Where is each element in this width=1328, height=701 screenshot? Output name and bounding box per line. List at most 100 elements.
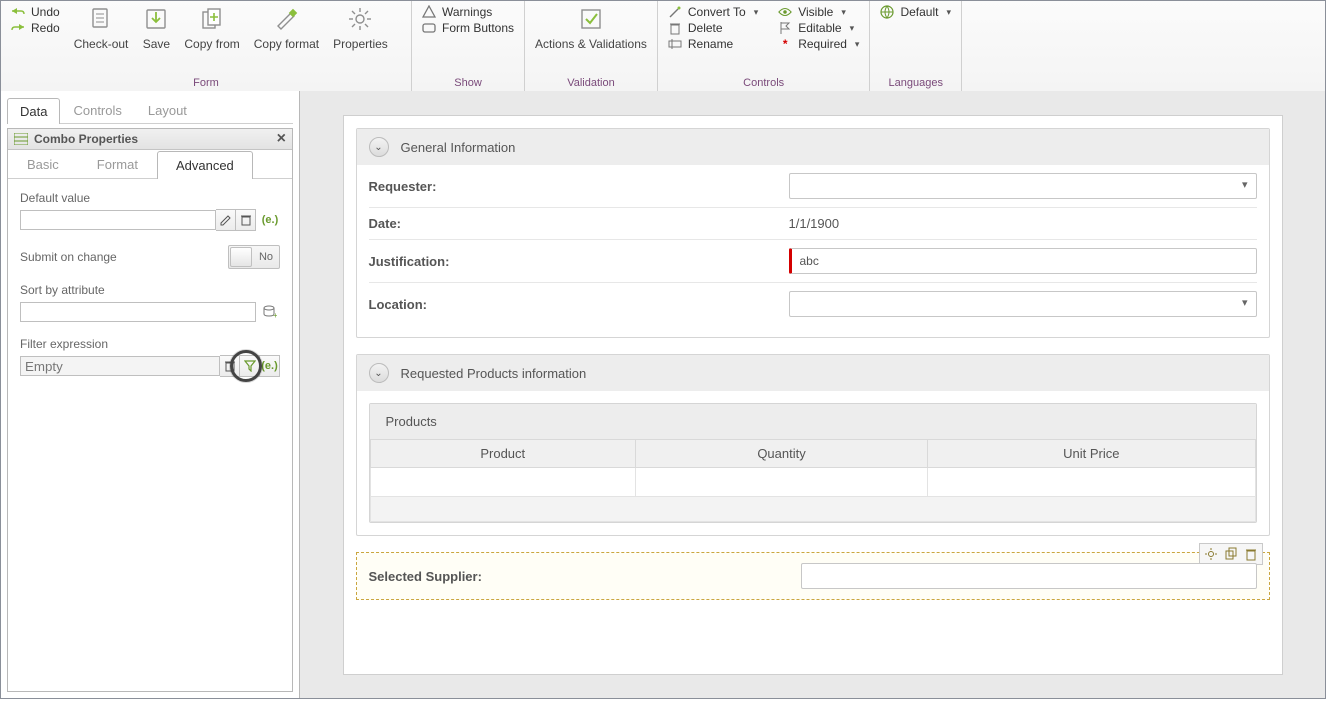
- ribbon-group-validation-title: Validation: [535, 75, 647, 89]
- globe-icon: [880, 5, 894, 19]
- redo-button[interactable]: Redo: [11, 21, 60, 35]
- submit-on-change-label: Submit on change: [20, 250, 117, 264]
- section-requested-products: ⌄ Requested Products information Product…: [356, 354, 1270, 536]
- col-product: Product: [370, 440, 636, 468]
- filter-expression-expression-button[interactable]: (e.): [260, 355, 280, 377]
- flag-icon: [778, 21, 792, 35]
- editable-button[interactable]: Editable▾: [778, 21, 859, 35]
- ribbon-group-languages: Default▾ Languages: [870, 1, 962, 91]
- form-buttons-icon: [422, 21, 436, 35]
- delete-button[interactable]: Delete: [668, 21, 758, 35]
- checkout-icon: [87, 5, 115, 33]
- ribbon-group-controls: Convert To▾ Delete Rename Visible▾: [658, 1, 871, 91]
- copy-format-label: Copy format: [254, 37, 319, 51]
- tab-controls[interactable]: Controls: [60, 97, 134, 123]
- ribbon-group-form: Undo Redo Check-out: [1, 1, 412, 91]
- pencil-icon: [220, 214, 232, 226]
- location-label: Location:: [369, 297, 789, 312]
- combo-properties-panel: Combo Properties × Basic Format Advanced…: [7, 128, 293, 692]
- section-title-products: Requested Products information: [401, 366, 587, 381]
- section-general-information: ⌄ General Information Requester: Date: 1…: [356, 128, 1270, 338]
- expression-icon: (e.): [262, 214, 279, 226]
- rename-button[interactable]: Rename: [668, 37, 758, 51]
- tab-data[interactable]: Data: [7, 98, 60, 124]
- actions-validations-label: Actions & Validations: [535, 37, 647, 51]
- convert-to-label: Convert To: [688, 5, 746, 19]
- panel-header: Combo Properties ×: [8, 129, 292, 150]
- toggle-knob: [230, 247, 252, 267]
- tab-layout[interactable]: Layout: [135, 97, 200, 123]
- control-delete-button[interactable]: [1242, 546, 1260, 562]
- col-unit-price: Unit Price: [928, 440, 1255, 468]
- redo-icon: [11, 21, 25, 35]
- warnings-button[interactable]: Warnings: [422, 5, 514, 19]
- subtab-basic[interactable]: Basic: [8, 150, 78, 178]
- section-header-general: ⌄ General Information: [357, 129, 1269, 165]
- properties-button[interactable]: Properties: [333, 5, 388, 51]
- check-icon: [577, 5, 605, 33]
- location-dropdown[interactable]: [789, 291, 1257, 317]
- toggle-value: No: [253, 251, 279, 263]
- undo-icon: [11, 5, 25, 19]
- subtab-advanced[interactable]: Advanced: [157, 151, 253, 179]
- copy-icon: [1224, 547, 1238, 561]
- products-table: Product Quantity Unit Price: [370, 439, 1256, 522]
- products-grid: Products Product Quantity Unit Price: [369, 403, 1257, 523]
- control-settings-button[interactable]: [1202, 546, 1220, 562]
- filter-expression-filter-button[interactable]: [240, 355, 260, 377]
- language-default-button[interactable]: Default▾: [880, 5, 951, 19]
- svg-text:+: +: [273, 311, 277, 319]
- save-button[interactable]: Save: [142, 5, 170, 51]
- funnel-icon: [244, 360, 256, 372]
- default-value-delete-button[interactable]: [236, 209, 256, 231]
- submit-on-change-toggle[interactable]: No: [228, 245, 280, 269]
- gear-icon: [346, 5, 374, 33]
- editable-label: Editable: [798, 21, 841, 35]
- copy-from-label: Copy from: [184, 37, 239, 51]
- trash-icon: [241, 214, 251, 226]
- ribbon-group-show: Warnings Form Buttons Show: [412, 1, 525, 91]
- redo-label: Redo: [31, 21, 60, 35]
- left-panel-tabs: Data Controls Layout: [7, 97, 293, 124]
- copy-from-button[interactable]: Copy from: [184, 5, 239, 51]
- visible-button[interactable]: Visible▾: [778, 5, 859, 19]
- checkout-button[interactable]: Check-out: [74, 5, 129, 51]
- sort-by-attribute-input[interactable]: [20, 302, 256, 322]
- ribbon-group-controls-title: Controls: [668, 75, 860, 89]
- table-row[interactable]: [370, 468, 1255, 497]
- requester-dropdown[interactable]: [789, 173, 1257, 199]
- trash-icon: [668, 21, 682, 35]
- form-surface: ⌄ General Information Requester: Date: 1…: [343, 115, 1283, 675]
- default-value-input[interactable]: [20, 210, 216, 230]
- rename-label: Rename: [688, 37, 733, 51]
- convert-to-button[interactable]: Convert To▾: [668, 5, 758, 19]
- ribbon-group-show-title: Show: [422, 75, 514, 89]
- default-value-expression-button[interactable]: (e.): [260, 209, 280, 231]
- visible-label: Visible: [798, 5, 833, 19]
- selected-supplier-control[interactable]: Selected Supplier:: [356, 552, 1270, 600]
- collapse-toggle-general[interactable]: ⌄: [369, 137, 389, 157]
- panel-subtabs: Basic Format Advanced: [8, 150, 292, 179]
- warnings-label: Warnings: [442, 5, 492, 19]
- default-value-label: Default value: [20, 191, 280, 205]
- justification-input[interactable]: abc: [789, 248, 1257, 274]
- copy-format-button[interactable]: Copy format: [254, 5, 319, 51]
- ribbon: Undo Redo Check-out: [1, 1, 1325, 92]
- filter-expression-delete-button[interactable]: [220, 355, 240, 377]
- subtab-format[interactable]: Format: [78, 150, 157, 178]
- selected-supplier-input[interactable]: [801, 563, 1257, 589]
- collapse-toggle-products[interactable]: ⌄: [369, 363, 389, 383]
- control-copy-button[interactable]: [1222, 546, 1240, 562]
- justification-label: Justification:: [369, 254, 789, 269]
- required-button[interactable]: * Required▾: [778, 37, 859, 51]
- close-icon[interactable]: ×: [277, 132, 286, 146]
- save-icon: [142, 5, 170, 33]
- actions-validations-button[interactable]: Actions & Validations: [535, 5, 647, 51]
- form-buttons-button[interactable]: Form Buttons: [422, 21, 514, 35]
- gear-icon: [1204, 547, 1218, 561]
- sort-by-attribute-picker-button[interactable]: +: [260, 301, 280, 323]
- filter-expression-input[interactable]: [20, 356, 220, 376]
- default-value-edit-button[interactable]: [216, 209, 236, 231]
- undo-button[interactable]: Undo: [11, 5, 60, 19]
- form-buttons-label: Form Buttons: [442, 21, 514, 35]
